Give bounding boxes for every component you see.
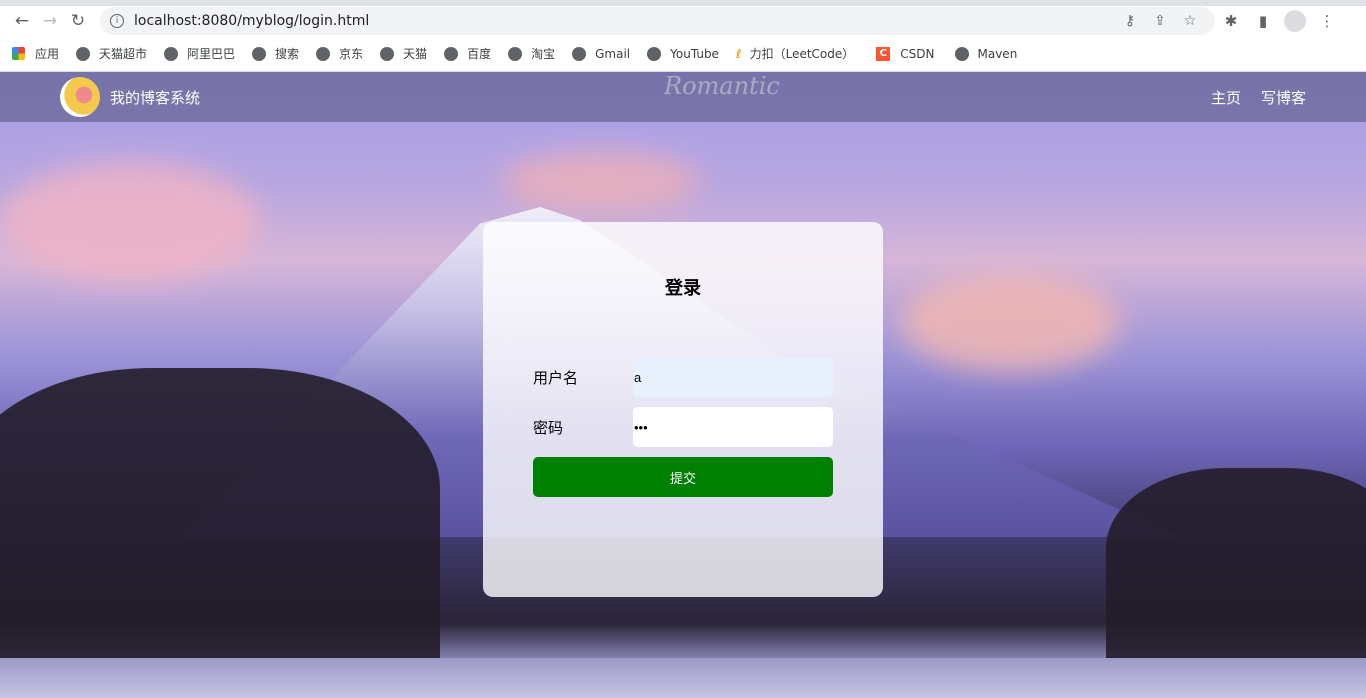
browser-toolbar: ← → ↻ i localhost:8080/myblog/login.html… bbox=[0, 6, 1366, 36]
back-icon[interactable]: ← bbox=[8, 7, 36, 35]
page-background: 我的博客系统 Romantic 主页 写博客 登录 用户名 密码 提交 bbox=[0, 72, 1366, 698]
bookmark[interactable]: 阿里巴巴 bbox=[164, 45, 235, 62]
side-panel-icon[interactable]: ▮ bbox=[1247, 12, 1279, 30]
bookmark[interactable]: 京东 bbox=[316, 45, 363, 62]
globe-icon bbox=[76, 46, 91, 61]
globe-icon bbox=[164, 46, 179, 61]
romantic-watermark: Romantic bbox=[664, 72, 780, 100]
bookmark[interactable]: 淘宝 bbox=[508, 45, 555, 62]
bookmark[interactable]: 百度 bbox=[444, 45, 491, 62]
password-label: 密码 bbox=[533, 418, 564, 437]
bookmark-leetcode[interactable]: ℓ 力扣（LeetCode） bbox=[736, 45, 854, 62]
bookmark[interactable]: Gmail bbox=[572, 46, 631, 61]
bookmark-apps[interactable]: 应用 bbox=[12, 45, 59, 62]
logo bbox=[60, 77, 100, 117]
profile-avatar[interactable] bbox=[1284, 10, 1306, 32]
star-icon[interactable]: ☆ bbox=[1175, 13, 1205, 29]
apps-icon bbox=[12, 47, 25, 60]
leetcode-icon: ℓ bbox=[735, 46, 742, 61]
bookmark[interactable]: Maven bbox=[954, 46, 1018, 61]
bookmark[interactable]: 天猫 bbox=[380, 45, 427, 62]
bookmark-label: 淘宝 bbox=[531, 47, 556, 61]
bookmark[interactable]: 搜索 bbox=[252, 45, 299, 62]
brand-title: 我的博客系统 bbox=[110, 88, 201, 107]
nav-home-link[interactable]: 主页 bbox=[1211, 87, 1241, 108]
bookmark-label: Maven bbox=[977, 46, 1018, 61]
submit-button[interactable]: 提交 bbox=[533, 457, 833, 497]
bookmark-label: 力扣（LeetCode） bbox=[749, 47, 855, 61]
bookmark-label: Gmail bbox=[595, 46, 631, 61]
globe-icon bbox=[508, 46, 523, 61]
bookmark-label: 搜索 bbox=[275, 47, 300, 61]
globe-icon bbox=[572, 46, 587, 61]
nav-write-link[interactable]: 写博客 bbox=[1261, 87, 1306, 108]
bookmark[interactable]: 天猫超市 bbox=[76, 45, 147, 62]
globe-icon bbox=[380, 46, 395, 61]
bookmark-label: 百度 bbox=[467, 47, 492, 61]
info-icon[interactable]: i bbox=[110, 14, 124, 28]
cloud bbox=[0, 162, 260, 282]
forward-icon[interactable]: → bbox=[36, 7, 64, 35]
bookmarks-bar: 应用 天猫超市 阿里巴巴 搜索 京东 天猫 百度 淘宝 Gmail YouTub… bbox=[0, 36, 1366, 72]
share-icon[interactable]: ⇪ bbox=[1145, 13, 1175, 29]
bookmark-csdn[interactable]: C CSDN bbox=[876, 46, 935, 61]
globe-icon bbox=[647, 46, 662, 61]
password-input[interactable] bbox=[633, 407, 833, 447]
csdn-icon: C bbox=[876, 46, 891, 61]
trees-right bbox=[1106, 468, 1366, 668]
globe-icon bbox=[316, 46, 331, 61]
key-icon[interactable]: ⚷ bbox=[1115, 13, 1145, 29]
bookmark-label: 天猫超市 bbox=[99, 47, 148, 61]
extensions-icon[interactable]: ✱ bbox=[1215, 12, 1247, 30]
reload-icon[interactable]: ↻ bbox=[64, 7, 92, 35]
username-input[interactable] bbox=[633, 357, 833, 397]
login-card: 登录 用户名 密码 提交 bbox=[483, 222, 883, 597]
username-label: 用户名 bbox=[533, 368, 579, 387]
url-text[interactable]: localhost:8080/myblog/login.html bbox=[134, 13, 1115, 29]
globe-icon bbox=[252, 46, 267, 61]
trees-left bbox=[0, 368, 440, 668]
globe-icon bbox=[444, 46, 459, 61]
bookmark-label: 京东 bbox=[339, 47, 364, 61]
bookmark-label: CSDN bbox=[900, 46, 935, 61]
lake bbox=[0, 658, 1366, 698]
cloud bbox=[900, 272, 1120, 372]
bookmark[interactable]: YouTube bbox=[647, 46, 719, 61]
globe-icon bbox=[954, 46, 969, 61]
cloud bbox=[500, 152, 700, 212]
bookmark-label: YouTube bbox=[670, 46, 719, 61]
password-row: 密码 bbox=[533, 407, 883, 447]
site-nav: 我的博客系统 Romantic 主页 写博客 bbox=[0, 72, 1366, 122]
login-title: 登录 bbox=[665, 278, 701, 299]
bookmark-label: 天猫 bbox=[403, 47, 428, 61]
username-row: 用户名 bbox=[533, 357, 883, 397]
bookmark-label: 阿里巴巴 bbox=[187, 47, 236, 61]
address-bar[interactable]: i localhost:8080/myblog/login.html ⚷ ⇪ ☆ bbox=[100, 7, 1215, 35]
bookmark-label: 应用 bbox=[35, 47, 60, 61]
menu-icon[interactable]: ⋮ bbox=[1311, 12, 1343, 30]
